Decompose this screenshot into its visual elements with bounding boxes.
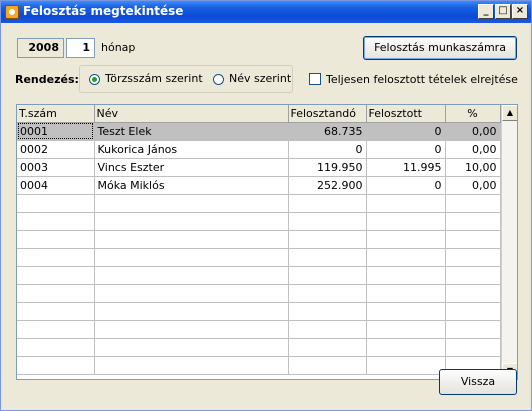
table-row[interactable]: 0003 Vincs Eszter 119.950 11.995 10,00 (17, 158, 501, 177)
col-header-id[interactable]: T.szám (17, 105, 95, 123)
cell-allocated: 0 (366, 122, 446, 141)
col-header-percent[interactable]: % (445, 105, 501, 123)
col-header-to-allocate[interactable]: Felosztandó (288, 105, 367, 123)
close-button[interactable]: × (512, 4, 528, 19)
cell-to-allocate: 119.950 (288, 158, 367, 177)
cell-to-allocate: 68.735 (288, 122, 367, 141)
col-header-allocated[interactable]: Felosztott (366, 105, 446, 123)
empty-row (17, 356, 501, 375)
maximize-button[interactable]: □ (495, 4, 511, 19)
sort-options-group: Törzsszám szerint Név szerint (79, 65, 293, 93)
cell-id: 0002 (17, 140, 95, 159)
window: Felosztás megtekintése _ □ × 2008 1 hóna… (0, 0, 532, 411)
sort-by-id-label[interactable]: Törzsszám szerint (105, 72, 203, 85)
col-header-name[interactable]: Név (94, 105, 289, 123)
empty-row (17, 320, 501, 339)
title-bar: Felosztás megtekintése _ □ × (1, 1, 531, 23)
cell-allocated: 0 (366, 140, 446, 159)
sort-by-name-radio[interactable] (213, 74, 224, 85)
cell-id: 0003 (17, 158, 95, 177)
data-table: T.szám Név Felosztandó Felosztott % 0001… (17, 105, 501, 375)
empty-row (17, 230, 501, 249)
cell-percent: 10,00 (445, 158, 501, 177)
cell-name: Móka Miklós (94, 176, 289, 195)
window-title: Felosztás megtekintése (23, 4, 184, 18)
cell-allocated: 11.995 (366, 158, 446, 177)
hide-fully-allocated-label[interactable]: Teljesen felosztott tételek elrejtése (326, 73, 518, 86)
cell-percent: 0,00 (445, 176, 501, 195)
empty-row (17, 248, 501, 267)
cell-percent: 0,00 (445, 122, 501, 141)
back-button[interactable]: Vissza (439, 369, 517, 395)
sort-by-id-radio[interactable] (89, 74, 100, 85)
scroll-up-icon[interactable]: ▲ (502, 105, 517, 121)
cell-id: 0001 (17, 122, 95, 141)
empty-row (17, 284, 501, 303)
table-header: T.szám Név Felosztandó Felosztott % (17, 105, 501, 123)
cell-id: 0004 (17, 176, 95, 195)
table-row[interactable]: 0001 Teszt Elek 68.735 0 0,00 (17, 122, 501, 141)
app-icon (5, 5, 19, 19)
allocation-sheet-button[interactable]: Felosztás munkaszámra (363, 36, 517, 60)
cell-name: Vincs Eszter (94, 158, 289, 177)
empty-row (17, 338, 501, 357)
client-area: 2008 1 hónap Felosztás munkaszámra Rende… (4, 23, 530, 409)
month-label: hónap (101, 41, 136, 54)
empty-row (17, 302, 501, 321)
vertical-scrollbar[interactable]: ▲ ▼ (501, 105, 517, 379)
cell-allocated: 0 (366, 176, 446, 195)
empty-row (17, 212, 501, 231)
month-field[interactable]: 1 (66, 38, 95, 58)
table-row[interactable]: 0004 Móka Miklós 252.900 0 0,00 (17, 176, 501, 195)
table-row[interactable]: 0002 Kukorica János 0 0 0,00 (17, 140, 501, 159)
allocation-table: T.szám Név Felosztandó Felosztott % 0001… (16, 104, 518, 380)
sort-label: Rendezés: (15, 73, 79, 86)
cell-to-allocate: 0 (288, 140, 367, 159)
hide-fully-allocated-checkbox[interactable] (309, 73, 321, 85)
cell-to-allocate: 252.900 (288, 176, 367, 195)
minimize-button[interactable]: _ (478, 4, 494, 19)
year-field[interactable]: 2008 (17, 38, 64, 58)
cell-name: Teszt Elek (94, 122, 289, 141)
cell-name: Kukorica János (94, 140, 289, 159)
cell-percent: 0,00 (445, 140, 501, 159)
empty-row (17, 194, 501, 213)
sort-by-name-label[interactable]: Név szerint (229, 72, 291, 85)
empty-row (17, 266, 501, 285)
